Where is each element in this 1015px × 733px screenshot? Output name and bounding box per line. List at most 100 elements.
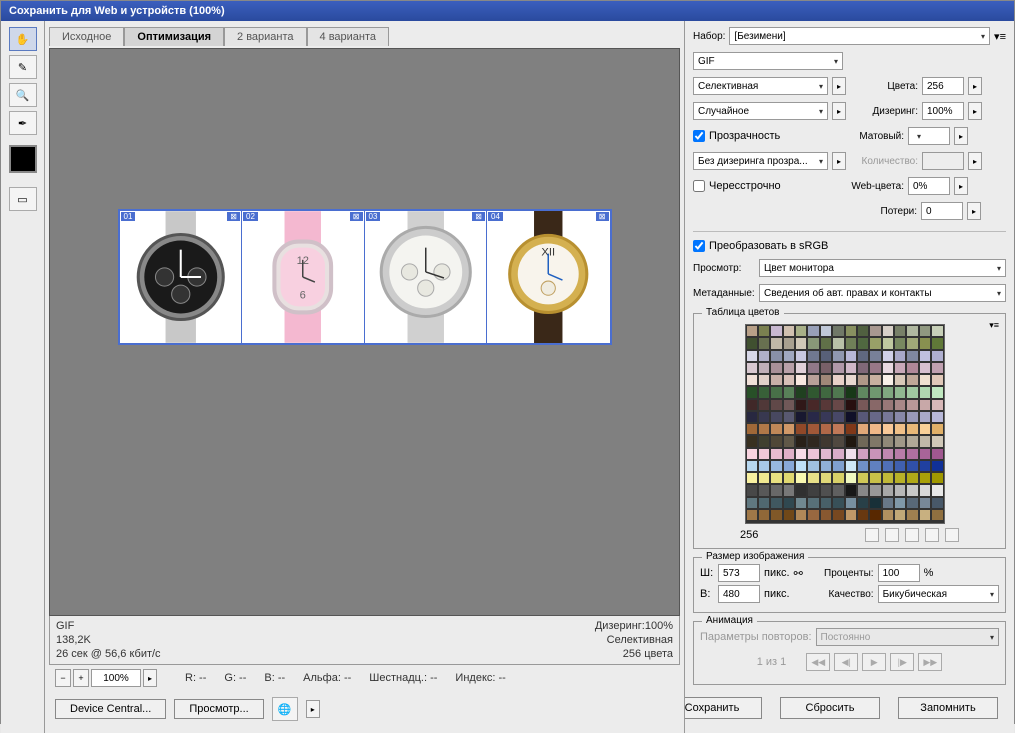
color-swatch-cell[interactable] <box>857 350 869 362</box>
color-swatch-cell[interactable] <box>820 325 832 337</box>
color-swatch-cell[interactable] <box>845 337 857 349</box>
color-swatch-cell[interactable] <box>770 497 782 509</box>
preset-dropdown[interactable]: [Безимени] <box>729 27 990 45</box>
color-swatch-cell[interactable] <box>894 521 906 523</box>
color-swatch-cell[interactable] <box>882 521 894 523</box>
slice-1[interactable]: 01 ⊠ <box>120 211 243 343</box>
color-swatch-cell[interactable] <box>906 386 918 398</box>
color-swatch-cell[interactable] <box>807 350 819 362</box>
color-swatch-cell[interactable] <box>919 484 931 496</box>
color-swatch-cell[interactable] <box>783 337 795 349</box>
color-swatch-cell[interactable] <box>770 350 782 362</box>
transparency-checkbox[interactable] <box>693 130 705 142</box>
color-swatch-cell[interactable] <box>795 484 807 496</box>
color-swatch-cell[interactable] <box>894 350 906 362</box>
color-swatch-cell[interactable] <box>795 521 807 523</box>
color-swatch-cell[interactable] <box>845 497 857 509</box>
color-swatch-cell[interactable] <box>882 337 894 349</box>
color-swatch-cell[interactable] <box>795 362 807 374</box>
reduction-dropdown[interactable]: Селективная <box>693 77 828 95</box>
color-swatch-cell[interactable] <box>906 484 918 496</box>
color-swatch-cell[interactable] <box>894 337 906 349</box>
color-swatch-cell[interactable] <box>869 484 881 496</box>
color-swatch-cell[interactable] <box>906 411 918 423</box>
matte-menu[interactable]: ▸ <box>954 127 968 145</box>
color-swatch-cell[interactable] <box>857 472 869 484</box>
color-swatch-cell[interactable] <box>807 509 819 521</box>
color-swatch-cell[interactable] <box>746 435 758 447</box>
color-swatch-cell[interactable] <box>919 362 931 374</box>
metadata-dropdown[interactable]: Сведения об авт. правах и контакты <box>759 284 1006 302</box>
color-swatch-cell[interactable] <box>931 411 943 423</box>
transp-dither-menu[interactable]: ▸ <box>832 152 846 170</box>
hand-tool[interactable]: ✋ <box>9 27 37 51</box>
color-swatch-cell[interactable] <box>857 337 869 349</box>
color-swatch-cell[interactable] <box>869 362 881 374</box>
color-swatch-cell[interactable] <box>832 386 844 398</box>
zoom-in-button[interactable]: + <box>73 669 89 687</box>
color-swatch-cell[interactable] <box>795 460 807 472</box>
color-swatch-cell[interactable] <box>906 448 918 460</box>
color-swatch-cell[interactable] <box>882 399 894 411</box>
color-swatch-cell[interactable] <box>770 325 782 337</box>
color-swatch-cell[interactable] <box>746 497 758 509</box>
color-swatch-cell[interactable] <box>795 411 807 423</box>
color-swatch-cell[interactable] <box>832 497 844 509</box>
color-swatch-cell[interactable] <box>746 484 758 496</box>
color-swatch-cell[interactable] <box>869 460 881 472</box>
color-swatch-cell[interactable] <box>758 362 770 374</box>
web-colors-field[interactable] <box>908 177 950 195</box>
color-swatch-cell[interactable] <box>807 521 819 523</box>
color-swatch-cell[interactable] <box>783 386 795 398</box>
color-swatch-cell[interactable] <box>807 423 819 435</box>
color-swatch-cell[interactable] <box>795 350 807 362</box>
color-swatch-cell[interactable] <box>807 435 819 447</box>
color-swatch-cell[interactable] <box>820 472 832 484</box>
color-swatch-cell[interactable] <box>931 399 943 411</box>
color-swatch-cell[interactable] <box>931 350 943 362</box>
color-swatch-cell[interactable] <box>746 423 758 435</box>
color-swatch-cell[interactable] <box>770 423 782 435</box>
matte-dropdown[interactable] <box>908 127 950 145</box>
color-swatch-cell[interactable] <box>882 497 894 509</box>
color-swatch-cell[interactable] <box>919 374 931 386</box>
color-swatch-cell[interactable] <box>832 460 844 472</box>
color-swatch-cell[interactable] <box>746 411 758 423</box>
color-swatch-cell[interactable] <box>931 337 943 349</box>
color-swatch-cell[interactable] <box>906 497 918 509</box>
color-swatch-cell[interactable] <box>832 423 844 435</box>
color-swatch-cell[interactable] <box>795 448 807 460</box>
color-swatch-cell[interactable] <box>820 411 832 423</box>
reduction-menu[interactable]: ▸ <box>832 77 846 95</box>
color-swatch-cell[interactable] <box>857 497 869 509</box>
color-swatch-cell[interactable] <box>931 423 943 435</box>
color-swatch-cell[interactable] <box>770 448 782 460</box>
color-swatch-cell[interactable] <box>758 509 770 521</box>
color-swatch-cell[interactable] <box>770 435 782 447</box>
color-swatch-cell[interactable] <box>832 362 844 374</box>
color-swatch-cell[interactable] <box>919 399 931 411</box>
color-swatch-cell[interactable] <box>882 374 894 386</box>
color-swatch-cell[interactable] <box>758 497 770 509</box>
height-field[interactable] <box>718 585 760 603</box>
color-swatch-cell[interactable] <box>746 472 758 484</box>
dither-field[interactable] <box>922 102 964 120</box>
color-swatch-cell[interactable] <box>746 460 758 472</box>
color-swatch-cell[interactable] <box>845 350 857 362</box>
color-swatch-cell[interactable] <box>919 386 931 398</box>
srgb-checkbox[interactable] <box>693 240 705 252</box>
color-swatch-cell[interactable] <box>894 386 906 398</box>
color-swatch-cell[interactable] <box>770 460 782 472</box>
color-swatch-cell[interactable] <box>845 325 857 337</box>
color-swatch-cell[interactable] <box>795 423 807 435</box>
color-swatch-cell[interactable] <box>931 460 943 472</box>
color-swatch-cell[interactable] <box>882 472 894 484</box>
color-swatch-cell[interactable] <box>869 472 881 484</box>
color-swatch-cell[interactable] <box>746 350 758 362</box>
color-swatch-cell[interactable] <box>931 362 943 374</box>
color-swatch-cell[interactable] <box>931 374 943 386</box>
color-swatch-cell[interactable] <box>770 374 782 386</box>
color-swatch-cell[interactable] <box>795 509 807 521</box>
tab-original[interactable]: Исходное <box>49 27 124 46</box>
color-swatch-cell[interactable] <box>894 362 906 374</box>
